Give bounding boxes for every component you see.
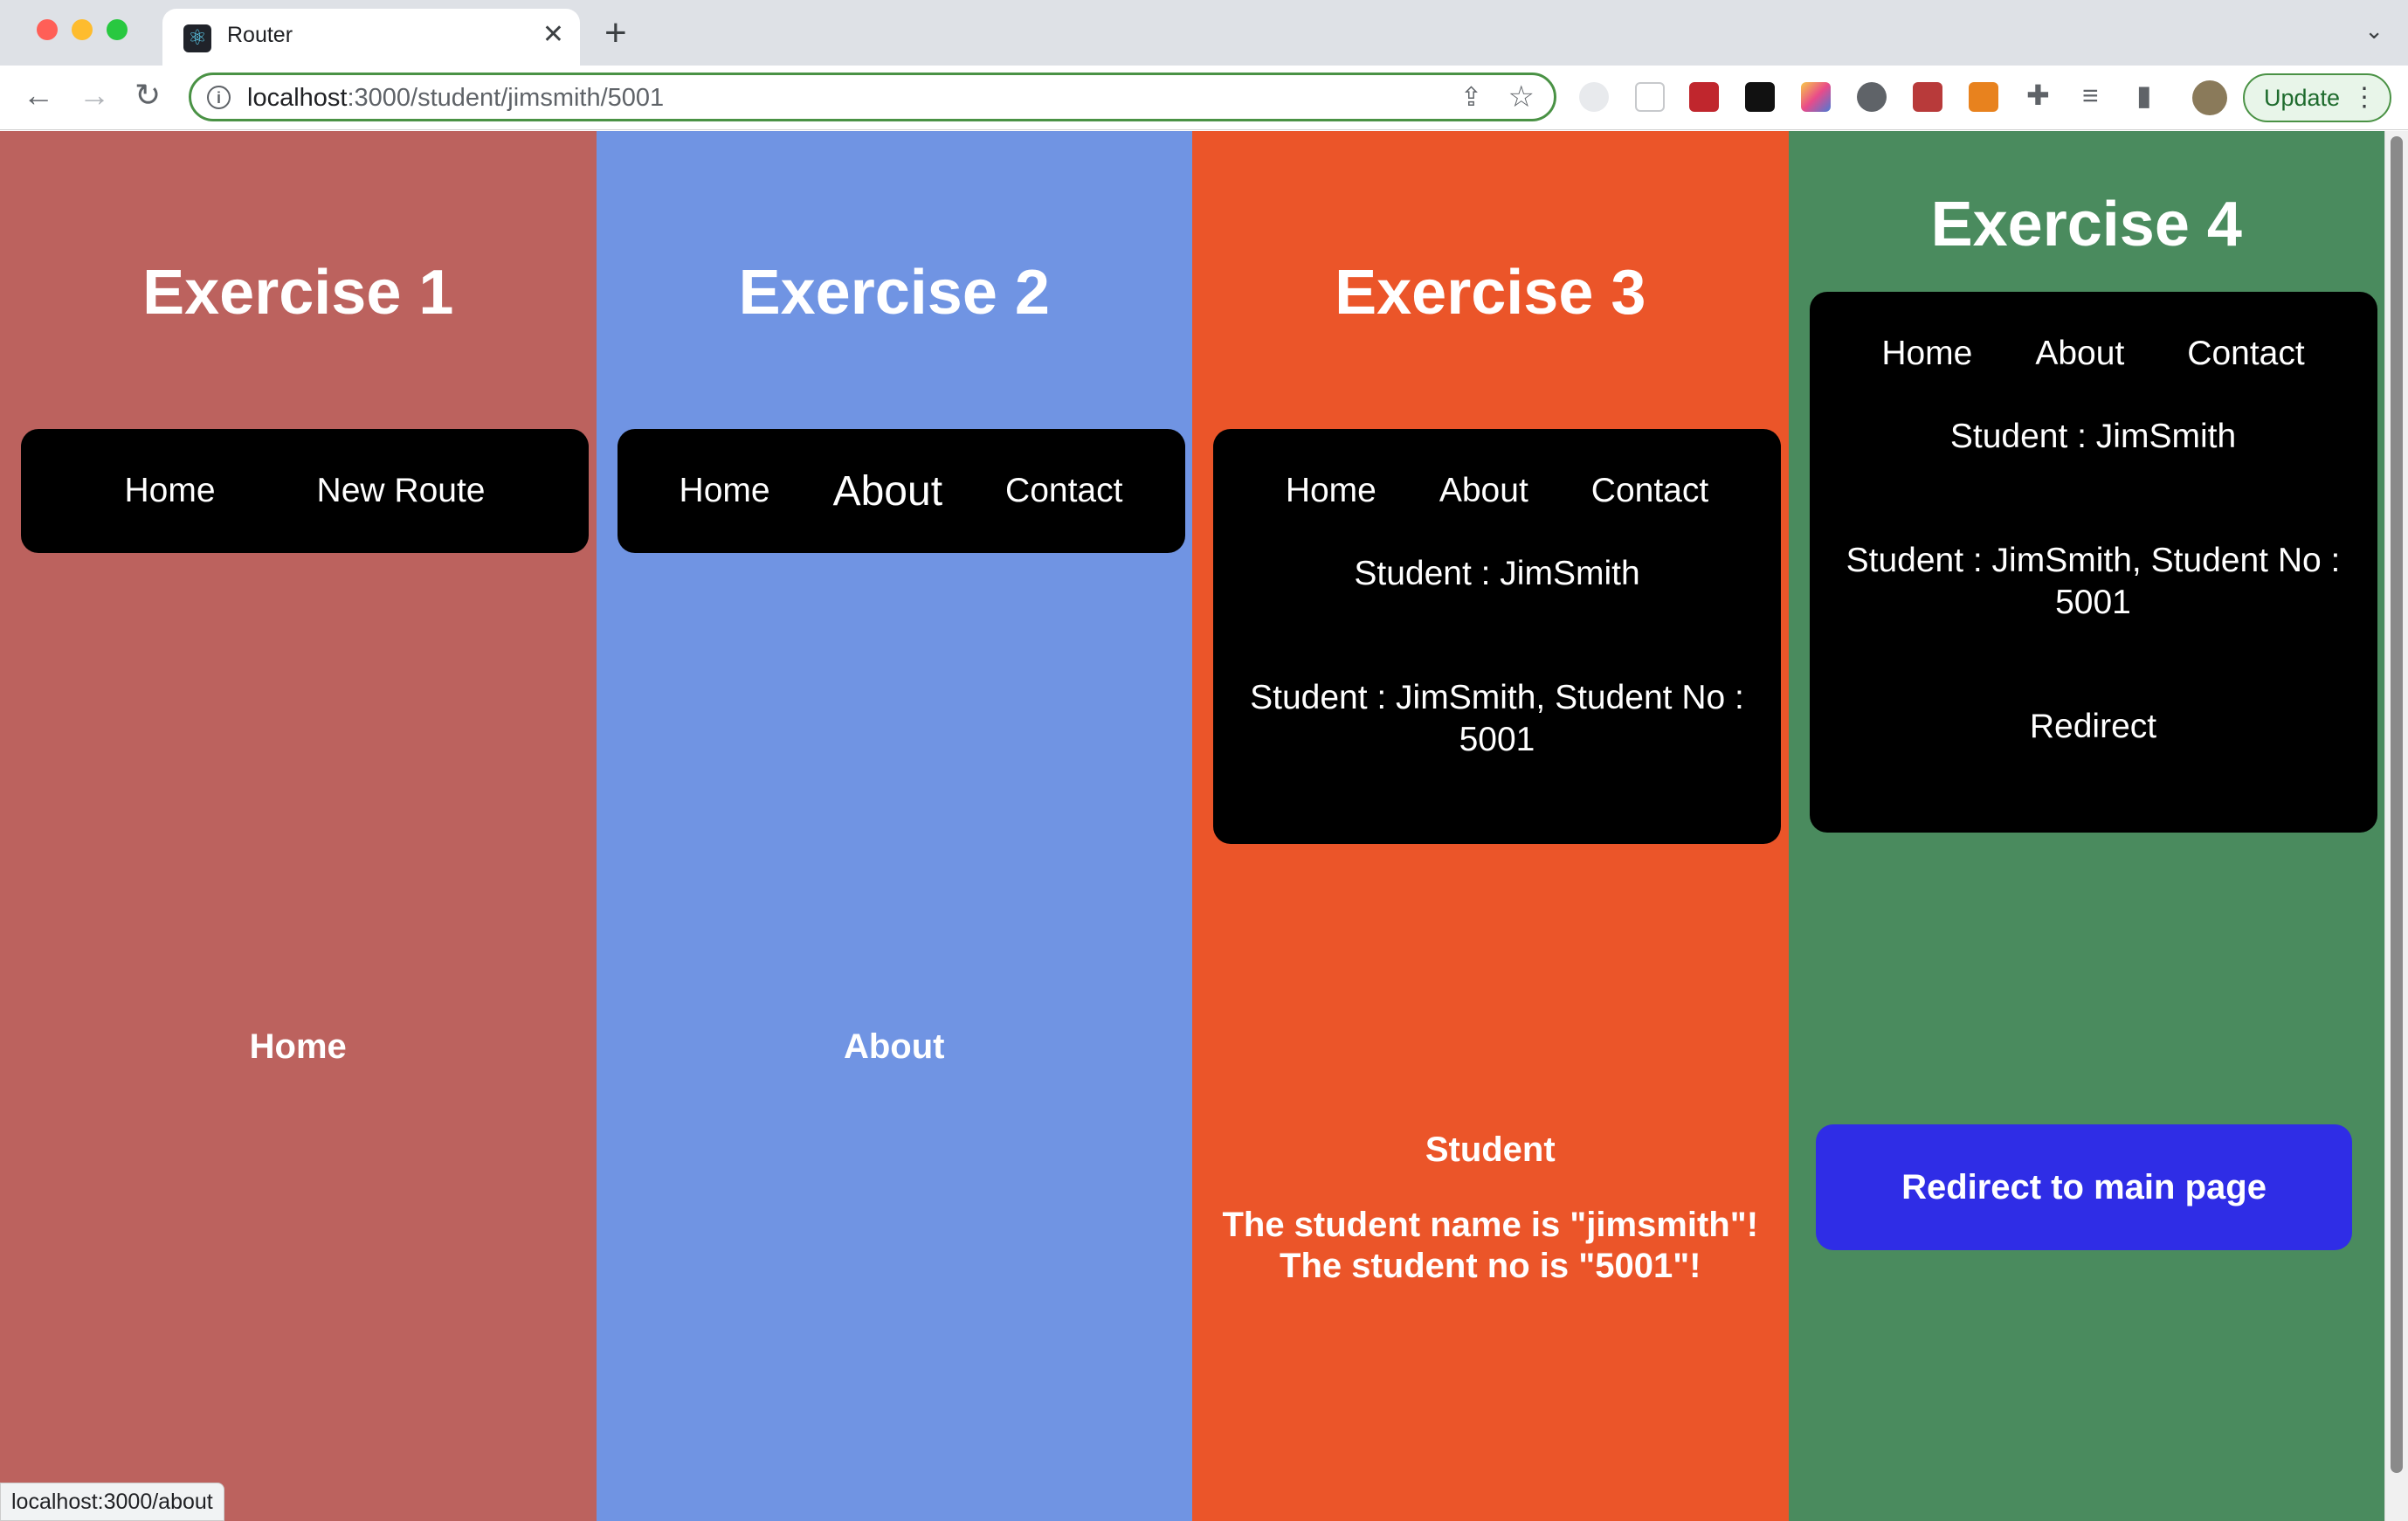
exercise-2-title: Exercise 2 — [738, 258, 1050, 328]
more-vert-icon[interactable]: ⋮ — [2351, 75, 2377, 121]
redirect-to-main-page-button[interactable]: Redirect to main page — [1816, 1124, 2352, 1250]
exercise-2-route-content: About — [843, 1027, 945, 1066]
nav-link-home[interactable]: Home — [680, 472, 770, 510]
exercise-1-title: Exercise 1 — [142, 258, 454, 328]
tab-title: Router — [227, 23, 293, 47]
extension-icon[interactable] — [1969, 82, 1998, 112]
minimize-window-button[interactable] — [72, 19, 93, 40]
exercise-3-title: Exercise 3 — [1335, 258, 1646, 328]
nav-link-new-route[interactable]: New Route — [317, 472, 486, 510]
tab-strip: ⚛ Router ✕ + ⌄ — [0, 0, 2408, 66]
site-info-icon[interactable]: i — [207, 86, 231, 109]
maximize-window-button[interactable] — [107, 19, 128, 40]
puzzle-icon[interactable]: ✚ — [2026, 78, 2050, 113]
nav-link-home[interactable]: Home — [1881, 335, 1972, 373]
back-icon[interactable]: ← — [23, 78, 54, 113]
extension-icon[interactable] — [1857, 82, 1887, 112]
browser-toolbar: ← → ↻ i localhost:3000/student/jimsmith/… — [0, 66, 2408, 130]
exercise-2-nav: Home About Contact — [617, 429, 1185, 553]
nav-link-contact[interactable]: Contact — [1591, 472, 1708, 510]
nav-link-home[interactable]: Home — [125, 472, 216, 510]
scrollbar-thumb[interactable] — [2391, 136, 2403, 1473]
react-icon: ⚛ — [183, 24, 211, 52]
exercise-1-route-content: Home — [249, 1027, 347, 1066]
page-scrollbar[interactable] — [2384, 131, 2408, 1521]
update-button[interactable]: Update ⋮ — [2243, 73, 2391, 122]
tab-search-chevron-icon[interactable]: ⌄ — [2364, 17, 2384, 45]
nav-link-contact[interactable]: Contact — [1005, 472, 1122, 510]
student-heading: Student — [1425, 1130, 1556, 1169]
student-name-text: The student name is "jimsmith"! — [1222, 1206, 1759, 1244]
nav-link-contact[interactable]: Contact — [2187, 335, 2304, 373]
extension-icon[interactable] — [1801, 82, 1831, 112]
exercise-4-title: Exercise 4 — [1930, 190, 2242, 259]
extension-icon[interactable] — [1745, 82, 1775, 112]
exercise-4-nav: Home About Contact Student : JimSmith St… — [1809, 292, 2377, 833]
new-tab-icon[interactable]: + — [604, 12, 627, 54]
extension-icon[interactable] — [1913, 82, 1942, 112]
close-window-button[interactable] — [37, 19, 58, 40]
avatar[interactable] — [2192, 80, 2227, 115]
page-content: Exercise 1 Home New Route Home Exercise … — [0, 131, 2384, 1521]
student-no-text: The student no is "5001"! — [1280, 1247, 1701, 1285]
exercise-1-panel: Exercise 1 Home New Route Home — [0, 131, 597, 1521]
reload-icon[interactable]: ↻ — [135, 78, 161, 113]
nav-link-about[interactable]: About — [833, 467, 942, 515]
extension-icon[interactable] — [1689, 82, 1719, 112]
forward-icon[interactable]: → — [79, 78, 110, 113]
nav-link-student[interactable]: Student : JimSmith — [1810, 416, 2377, 458]
exercise-3-nav: Home About Contact Student : JimSmith St… — [1213, 429, 1781, 844]
exercise-2-panel: Exercise 2 Home About Contact About — [596, 131, 1192, 1521]
extension-icon[interactable] — [1579, 82, 1609, 112]
address-bar[interactable]: i localhost:3000/student/jimsmith/5001 ⇪… — [189, 73, 1556, 121]
bookmark-star-icon[interactable]: ☆ — [1508, 80, 1535, 114]
nav-link-student-no[interactable]: Student : JimSmith, Student No : 5001 — [1213, 677, 1781, 761]
url-text[interactable]: localhost:3000/student/jimsmith/5001 — [247, 84, 664, 113]
nav-link-student-no[interactable]: Student : JimSmith, Student No : 5001 — [1810, 540, 2377, 624]
nav-link-redirect[interactable]: Redirect — [1810, 706, 2377, 748]
nav-link-about[interactable]: About — [2035, 335, 2124, 373]
exercise-1-nav: Home New Route — [21, 429, 589, 553]
status-bar-url: localhost:3000/about — [0, 1483, 224, 1521]
media-controls-icon[interactable]: ≡ — [2082, 78, 2099, 113]
close-tab-icon[interactable]: ✕ — [542, 19, 564, 50]
browser-tab[interactable]: ⚛ Router ✕ — [162, 9, 580, 66]
share-icon[interactable]: ⇪ — [1460, 82, 1482, 113]
exercise-4-panel: Exercise 4 Home About Contact Student : … — [1788, 131, 2384, 1521]
nav-link-student[interactable]: Student : JimSmith — [1213, 553, 1781, 595]
exercise-3-panel: Exercise 3 Home About Contact Student : … — [1192, 131, 1789, 1521]
nav-link-about[interactable]: About — [1439, 472, 1528, 510]
extension-icon[interactable] — [1635, 82, 1665, 112]
nav-link-home[interactable]: Home — [1286, 472, 1376, 510]
side-panel-icon[interactable]: ▮ — [2136, 78, 2152, 113]
